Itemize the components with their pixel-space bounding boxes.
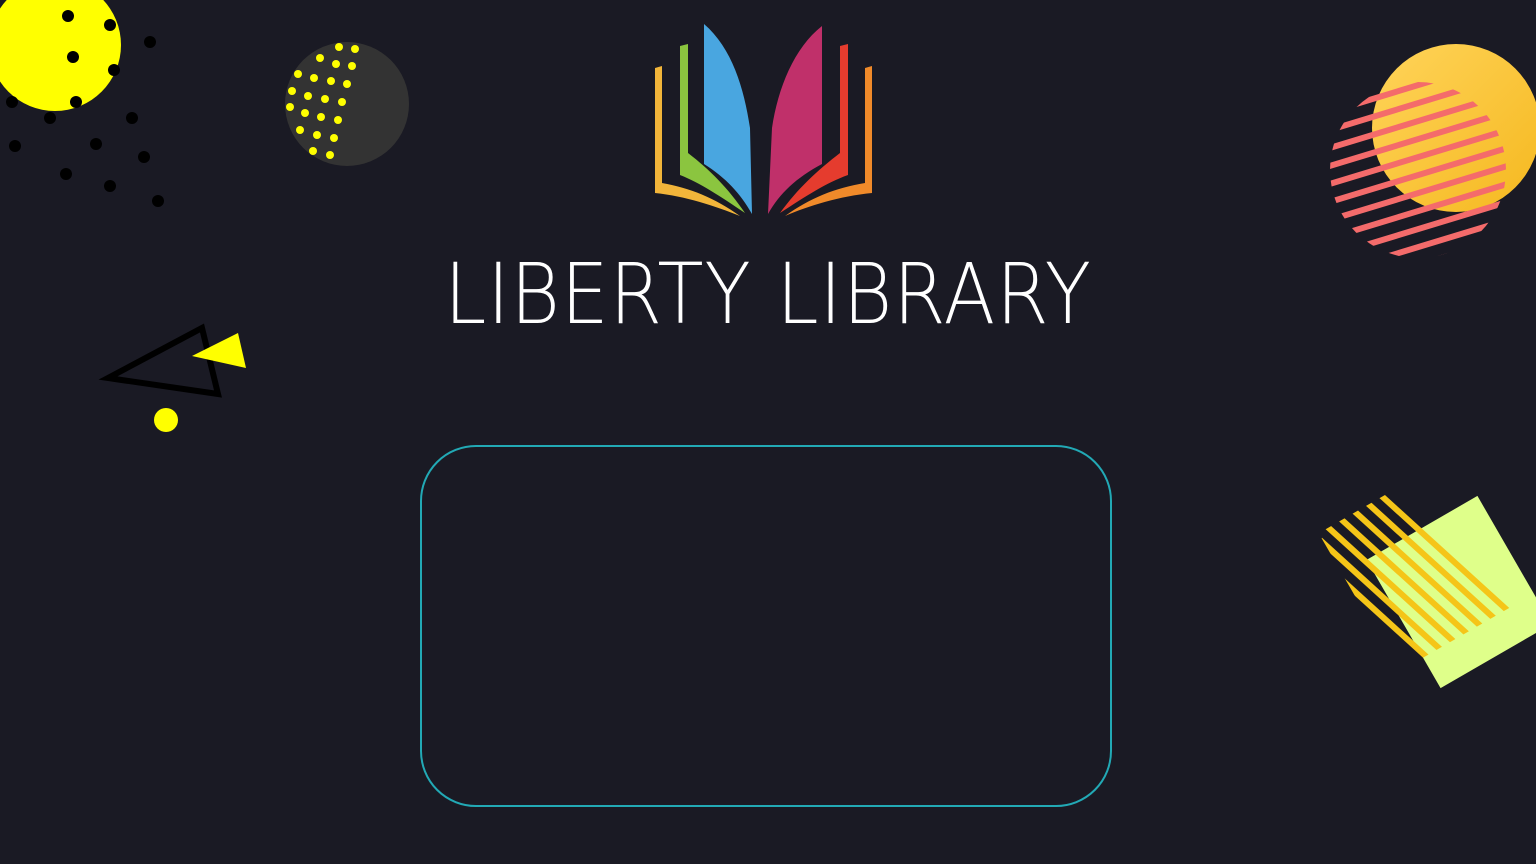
dark-dotted-circle-icon xyxy=(285,42,409,166)
open-book-icon xyxy=(655,24,872,216)
app-title: LIBERTY LIBRARY xyxy=(444,245,1092,343)
triangle-icon xyxy=(98,323,246,432)
content-panel xyxy=(420,445,1112,807)
yellow-circle-icon xyxy=(0,0,164,207)
striped-square-icon xyxy=(1318,468,1536,689)
